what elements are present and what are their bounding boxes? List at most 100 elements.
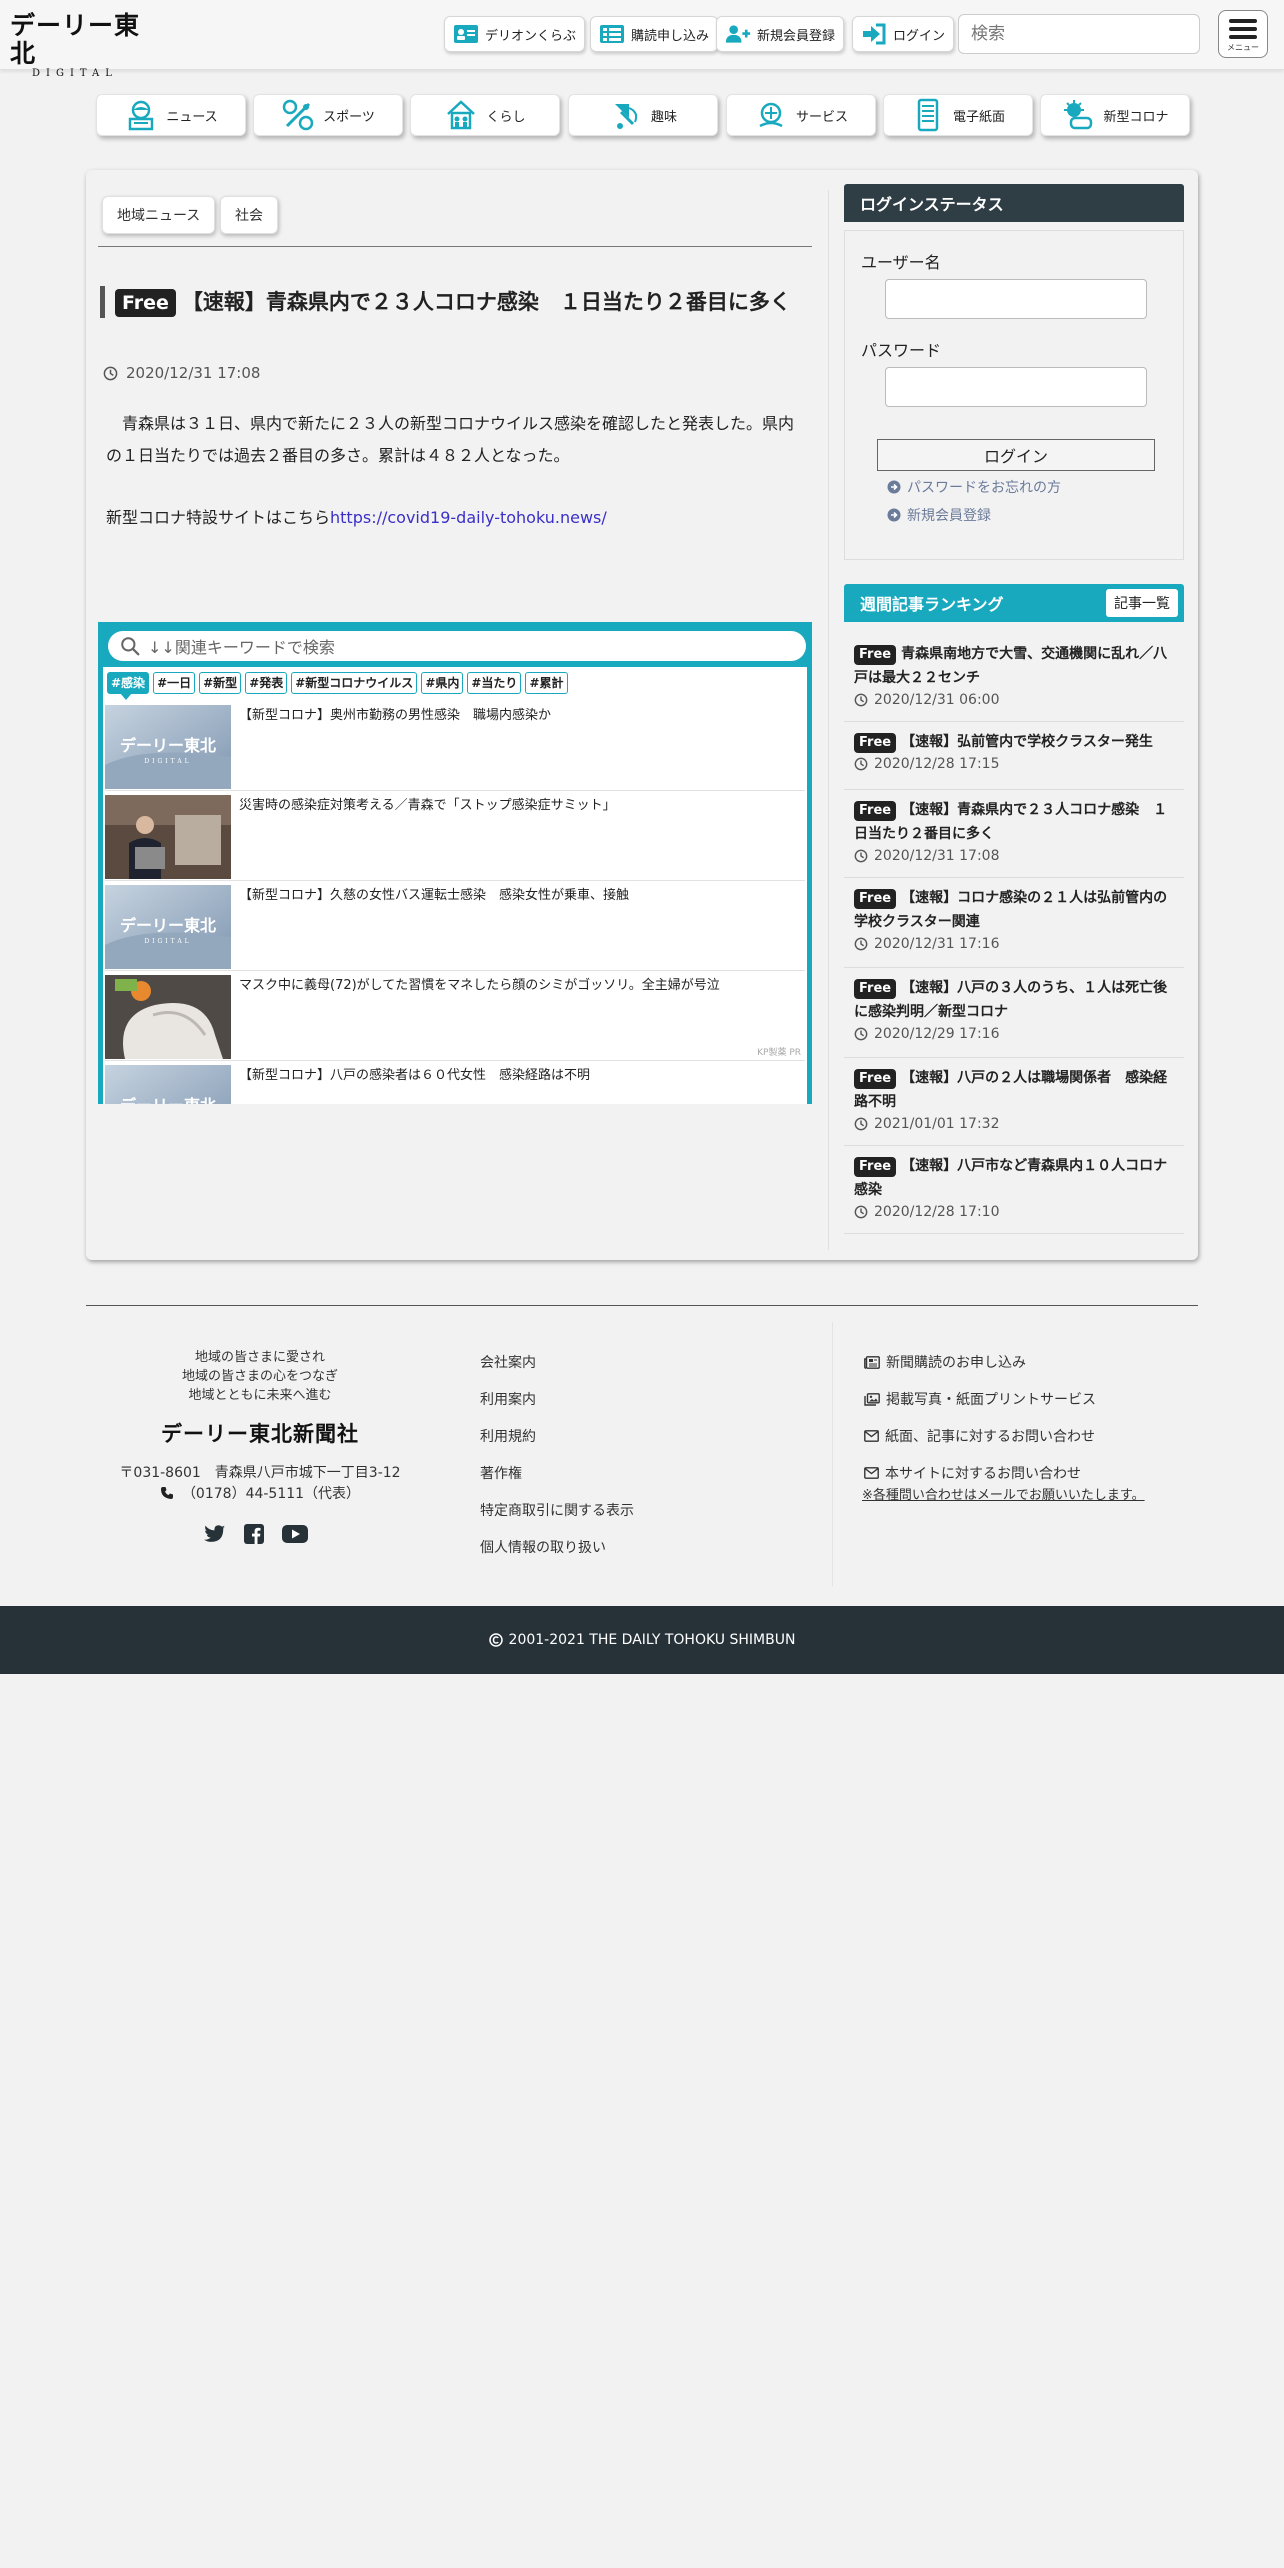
ranking-item-title: 【速報】コロナ感染の２１人は弘前管内の学校クラスター関連 xyxy=(854,890,1168,930)
twitter-icon[interactable] xyxy=(204,1524,226,1544)
username-label: ユーザー名 xyxy=(861,253,941,272)
register-button[interactable]: 新規会員登録 xyxy=(716,16,845,52)
ranking-item[interactable]: Free 【速報】八戸の２人は職場関係者 感染経路不明 2021/01/01 17… xyxy=(844,1058,1184,1146)
clock-icon xyxy=(854,1117,868,1131)
footer-link-site-inquiry[interactable]: 本サイトに対するお問い合わせ xyxy=(864,1463,1081,1483)
svg-text:デーリー東北: デーリー東北 xyxy=(120,1096,216,1104)
corona-site-link[interactable]: https://covid19-daily-tohoku.news/ xyxy=(330,508,607,527)
password-field[interactable] xyxy=(885,367,1147,407)
menu-label: メニュー xyxy=(1227,42,1259,52)
tags-divider xyxy=(98,246,812,247)
logo-main-text: デーリー東北 xyxy=(10,11,141,68)
tag-society[interactable]: 社会 xyxy=(220,196,278,234)
category-hobby[interactable]: 趣味 xyxy=(568,94,718,136)
login-label: ログイン xyxy=(893,28,946,44)
footer-corp-name: デーリー東北新聞社 xyxy=(161,1421,359,1446)
forgot-password-link[interactable]: パスワードをお忘れの方 xyxy=(887,477,1061,497)
keyword-tag[interactable]: #累計 xyxy=(525,672,568,694)
ranking-item[interactable]: Free 【速報】弘前管内で学校クラスター発生 2020/12/28 17:15 xyxy=(844,722,1184,790)
ranking-item-date-text: 2020/12/29 17:16 xyxy=(874,1026,1000,1042)
related-item[interactable]: 災害時の感染症対策考える／青森で「ストップ感染症サミット」 xyxy=(105,793,805,881)
keyword-tag[interactable]: #当たり xyxy=(467,672,522,694)
category-service[interactable]: サービス xyxy=(726,94,876,136)
keyword-tag[interactable]: #一日 xyxy=(153,672,196,694)
footer-link-guide[interactable]: 利用案内 xyxy=(480,1389,536,1409)
ranking-item-title: 【速報】八戸の３人のうち、１人は死亡後に感染判明／新型コロナ xyxy=(854,980,1168,1020)
category-epaper[interactable]: 電子紙面 xyxy=(883,94,1033,136)
footer-link-terms[interactable]: 利用規約 xyxy=(480,1426,536,1446)
ranking-item-date: 2020/12/31 17:16 xyxy=(854,934,1174,954)
footer-link-site-inquiry-text: 本サイトに対するお問い合わせ xyxy=(885,1466,1081,1482)
ranking-item-title: 青森県南地方で大雪、交通機関に乱れ／八戸は最大２２センチ xyxy=(854,646,1168,686)
ranking-all-button[interactable]: 記事一覧 xyxy=(1106,589,1178,617)
ranking-item-date: 2020/12/28 17:15 xyxy=(854,754,1174,774)
sidebar-register-link[interactable]: 新規会員登録 xyxy=(887,505,991,525)
category-sports-label: スポーツ xyxy=(323,109,375,125)
keyword-tag[interactable]: #新型コロナウイルス xyxy=(291,672,418,694)
login-button[interactable]: ログイン xyxy=(852,16,955,52)
ad-sponsor-label: KP製薬 PR xyxy=(757,1048,801,1058)
ranking-item[interactable]: Free 【速報】コロナ感染の２１人は弘前管内の学校クラスター関連 2020/12… xyxy=(844,878,1184,968)
ranking-item-title: 【速報】弘前管内で学校クラスター発生 xyxy=(901,734,1153,750)
related-item-ad[interactable]: マスク中に義母(72)がしてた習慣をマネしたら顔のシミがゴッソリ。全主婦が号泣 … xyxy=(105,973,805,1061)
site-logo[interactable]: デーリー東北 DIGITAL xyxy=(10,12,160,80)
clock-icon xyxy=(854,693,868,707)
tag-regional-news[interactable]: 地域ニュース xyxy=(102,196,216,234)
login-submit-button[interactable]: ログイン xyxy=(877,439,1155,471)
news-reader-icon xyxy=(124,98,158,132)
related-item-title: 【新型コロナ】久慈の女性バス運転士感染 感染女性が乗車、接触 xyxy=(239,888,630,903)
copyright-text: 2001-2021 THE DAILY TOHOKU SHIMBUN xyxy=(508,1632,796,1648)
forgot-password-text: パスワードをお忘れの方 xyxy=(907,480,1061,496)
related-thumbnail xyxy=(105,795,231,879)
footer-link-paper-inquiry[interactable]: 紙面、記事に対するお問い合わせ xyxy=(864,1426,1095,1446)
copyright-icon xyxy=(488,1633,503,1647)
delion-club-label: デリオンくらぶ xyxy=(485,28,577,44)
category-life[interactable]: くらし xyxy=(410,94,560,136)
related-item-title: マスク中に義母(72)がしてた習慣をマネしたら顔のシミがゴッソリ。全主婦が号泣 xyxy=(239,978,720,993)
keyword-tag[interactable]: #発表 xyxy=(245,672,288,694)
login-status-header: ログインステータス xyxy=(844,184,1184,222)
delion-club-button[interactable]: デリオンくらぶ xyxy=(444,16,586,52)
logo-sub-text: DIGITAL xyxy=(32,68,118,79)
keyword-tag[interactable]: #県内 xyxy=(421,672,464,694)
clock-icon xyxy=(103,366,118,381)
related-search-bar: ↓↓関連キーワードで検索 xyxy=(103,627,807,667)
youtube-icon[interactable] xyxy=(282,1524,308,1544)
ranking-item[interactable]: Free 【速報】八戸の３人のうち、１人は死亡後に感染判明／新型コロナ 2020/… xyxy=(844,968,1184,1058)
category-news[interactable]: ニュース xyxy=(96,94,246,136)
keyword-tag[interactable]: #感染 xyxy=(107,672,150,700)
site-search-input[interactable] xyxy=(959,15,1199,53)
footer-link-company[interactable]: 会社案内 xyxy=(480,1352,536,1372)
article-link-line: 新型コロナ特設サイトはこちらhttps://covid19-daily-toho… xyxy=(106,504,607,532)
related-item[interactable]: デーリー東北 DIGITAL 【新型コロナ】久慈の女性バス運転士感染 感染女性が乗… xyxy=(105,883,805,971)
footer-link-commerce[interactable]: 特定商取引に関する表示 xyxy=(480,1500,634,1520)
ranking-item-title: 【速報】青森県内で２３人コロナ感染 １日当たり２番目に多く xyxy=(854,802,1168,842)
footer-column-divider xyxy=(832,1322,833,1586)
category-hobby-label: 趣味 xyxy=(650,109,677,125)
footer-link-copyright[interactable]: 著作権 xyxy=(480,1463,522,1483)
keyword-tag[interactable]: #新型 xyxy=(199,672,242,694)
subscribe-button[interactable]: 購読申し込み xyxy=(590,16,719,52)
login-form: ユーザー名 パスワード ログイン パスワードをお忘れの方 新規会員登録 xyxy=(844,230,1184,560)
facebook-icon[interactable] xyxy=(244,1524,264,1544)
svg-text:デーリー東北: デーリー東北 xyxy=(120,916,216,935)
ranking-item-date-text: 2020/12/31 06:00 xyxy=(874,692,1000,708)
ranking-item[interactable]: Free 【速報】青森県内で２３人コロナ感染 １日当たり２番目に多く 2020/1… xyxy=(844,790,1184,878)
footer-link-photo-service[interactable]: 掲載写真・紙面プリントサービス xyxy=(864,1389,1096,1409)
category-corona[interactable]: 新型コロナ xyxy=(1040,94,1190,136)
related-search-input[interactable]: ↓↓関連キーワードで検索 xyxy=(108,631,806,661)
footer-link-privacy[interactable]: 個人情報の取り扱い xyxy=(480,1537,606,1557)
footer-link-subscribe-text: 新聞購読のお申し込み xyxy=(886,1355,1026,1371)
ranking-item[interactable]: Free 青森県南地方で大雪、交通機関に乱れ／八戸は最大２２センチ 2020/12… xyxy=(844,638,1184,722)
newspaper-list-icon xyxy=(599,23,625,45)
related-item[interactable]: デーリー東北 DIGITAL 【新型コロナ】奥州市勤務の男性感染 職場内感染か xyxy=(105,703,805,791)
free-badge: Free xyxy=(854,1157,897,1177)
category-sports[interactable]: スポーツ xyxy=(253,94,403,136)
related-item[interactable]: デーリー東北DIGITAL 【新型コロナ】八戸の感染者は６０代女性 感染経路は不… xyxy=(105,1063,805,1104)
ranking-item[interactable]: Free 【速報】八戸市など青森県内１０人コロナ感染 2020/12/28 17:… xyxy=(844,1146,1184,1234)
footer-link-subscribe[interactable]: 新聞購読のお申し込み xyxy=(864,1352,1026,1372)
username-field[interactable] xyxy=(885,279,1147,319)
ranking-item-date: 2020/12/28 17:10 xyxy=(854,1202,1174,1222)
slogan-line: 地域の皆さまに愛され xyxy=(194,1350,325,1365)
menu-button[interactable]: メニュー xyxy=(1218,10,1268,58)
